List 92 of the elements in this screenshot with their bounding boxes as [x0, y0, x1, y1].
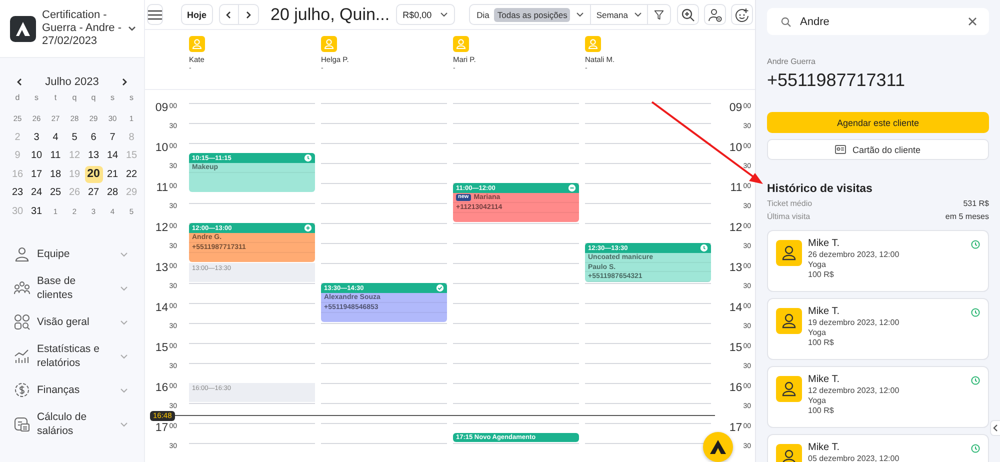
client-phone: +5511987717311 [767, 70, 906, 91]
history-title: Histórico de visitas [767, 183, 874, 195]
hour-label: 17 [729, 423, 742, 434]
visit-price: 100 R$ [808, 406, 835, 415]
calendar-day[interactable]: 6 [84, 128, 102, 146]
nav-item[interactable]: Base de clientes [0, 272, 144, 304]
visit-date: 19 dezembro 2023, 12:00 [808, 318, 900, 327]
visit-client-name: Mike T. [808, 238, 840, 249]
view-option[interactable]: Dia [474, 8, 492, 22]
nav-item[interactable]: Cálculo de salários [0, 408, 144, 440]
today-button[interactable]: Hoje [181, 4, 213, 25]
visit-service: Yoga [808, 328, 827, 337]
hour-label: 11 [730, 183, 742, 194]
calendar-day[interactable]: 10 [28, 147, 46, 164]
hour-label: 16 [729, 383, 742, 394]
nav-item[interactable]: Estatísticas e relatórios [0, 340, 144, 372]
hour-label: 09 [729, 103, 742, 114]
hour-label: 14 [729, 303, 742, 314]
hour-label: 17 [155, 423, 168, 434]
calendar-day[interactable]: 3 [28, 128, 46, 146]
hour-label: 10 [155, 143, 168, 154]
visit-price: 100 R$ [808, 338, 835, 347]
calendar-day[interactable]: 31 [28, 202, 46, 220]
nav-item[interactable]: Visão geral [0, 306, 144, 338]
calendar-day[interactable]: 20 [84, 166, 102, 183]
calendar-day[interactable]: 21 [104, 166, 122, 183]
nav-label: Equipe [37, 247, 71, 261]
nav-item[interactable]: Equipe [0, 238, 144, 270]
hour-label: 15 [729, 343, 742, 354]
client-card-button[interactable]: Cartão do cliente [767, 139, 989, 160]
visit-client-name: Mike T. [808, 442, 840, 453]
visit-card[interactable]: Mike T. 19 dezembro 2023, 12:00 Yoga 100 R$ [767, 298, 989, 360]
schedule-client-button[interactable]: Agendar este cliente [767, 112, 989, 133]
visit-date: 12 dezembro 2023, 12:00 [808, 386, 900, 395]
hour-label: 14 [155, 303, 168, 314]
calendar-day[interactable]: 25 [46, 184, 64, 202]
hour-label: 12 [155, 223, 168, 234]
nav-label: Estatísticas e relatórios [37, 342, 100, 370]
visit-card[interactable]: Mike T. 12 dezembro 2023, 12:00 Yoga 100 R$ [767, 366, 989, 428]
weekday-label: s [34, 92, 38, 102]
search-field[interactable]: Andre [767, 8, 989, 35]
visit-client-name: Mike T. [808, 374, 840, 385]
hour-label: 10 [729, 143, 742, 154]
hour-label: 15 [155, 343, 168, 354]
hour-label: 12 [729, 223, 742, 234]
hour-label: 16 [155, 383, 168, 394]
calendar-day[interactable]: 27 [84, 184, 102, 202]
calendar-day[interactable]: 24 [28, 184, 46, 202]
calendar-day[interactable]: 4 [46, 128, 64, 146]
visit-card[interactable]: Mike T. 05 dezembro 2023, 12:00 [767, 434, 989, 462]
calendar-day[interactable]: 18 [46, 166, 64, 183]
visit-date: 26 dezembro 2023, 12:00 [808, 250, 900, 259]
nav-item[interactable]: Finanças [0, 374, 144, 406]
visit-card[interactable]: Mike T. 26 dezembro 2023, 12:00 Yoga 100 R$ [767, 230, 989, 292]
calendar-day[interactable]: 13 [84, 147, 102, 164]
calendar-day[interactable]: 17 [28, 166, 46, 183]
weekday-label: s [110, 92, 114, 102]
hour-label: 13 [155, 263, 168, 274]
calendar-day[interactable]: 28 [104, 184, 122, 202]
calendar-day[interactable]: 7 [104, 128, 122, 146]
nav-label: Cálculo de salários [37, 410, 88, 438]
month-label: Julho 2023 [45, 76, 99, 88]
visit-service: Yoga [808, 396, 827, 405]
weekday-label: d [15, 92, 20, 102]
visit-service: Yoga [808, 260, 827, 269]
stat-label: Ticket médio [767, 199, 812, 208]
stat-value: em 5 meses [945, 212, 989, 221]
calendar-day[interactable]: 5 [66, 128, 84, 146]
client-name: Andre Guerra [767, 57, 816, 66]
amount-dropdown[interactable]: R$0,00 [396, 4, 455, 25]
nav-label: Base de clientes [37, 274, 77, 302]
calendar-day[interactable]: 23 [8, 184, 26, 202]
calendar-day[interactable]: 22 [122, 166, 140, 183]
nav-label: Visão geral [37, 315, 90, 329]
visit-price: 100 R$ [808, 270, 835, 279]
visit-client-name: Mike T. [808, 306, 840, 317]
period-dropdown[interactable]: Semana [590, 5, 648, 24]
stat-label: Última visita [767, 212, 810, 221]
nav-label: Finanças [37, 383, 81, 397]
hour-label: 11 [156, 183, 168, 194]
visit-date: 05 dezembro 2023, 12:00 [808, 454, 900, 462]
hour-label: 09 [155, 103, 168, 114]
hour-label: 13 [729, 263, 742, 274]
calendar-day[interactable]: 11 [46, 147, 64, 164]
weekday-label: t [54, 92, 57, 102]
stat-value: 531 R$ [963, 199, 989, 208]
date-title: 20 julho, Quin... [270, 4, 390, 24]
weekday-label: q [91, 92, 96, 102]
view-option[interactable]: Todas as posições [494, 8, 570, 22]
weekday-label: s [130, 92, 134, 102]
weekday-label: q [72, 92, 77, 102]
calendar-day[interactable]: 14 [104, 147, 122, 164]
